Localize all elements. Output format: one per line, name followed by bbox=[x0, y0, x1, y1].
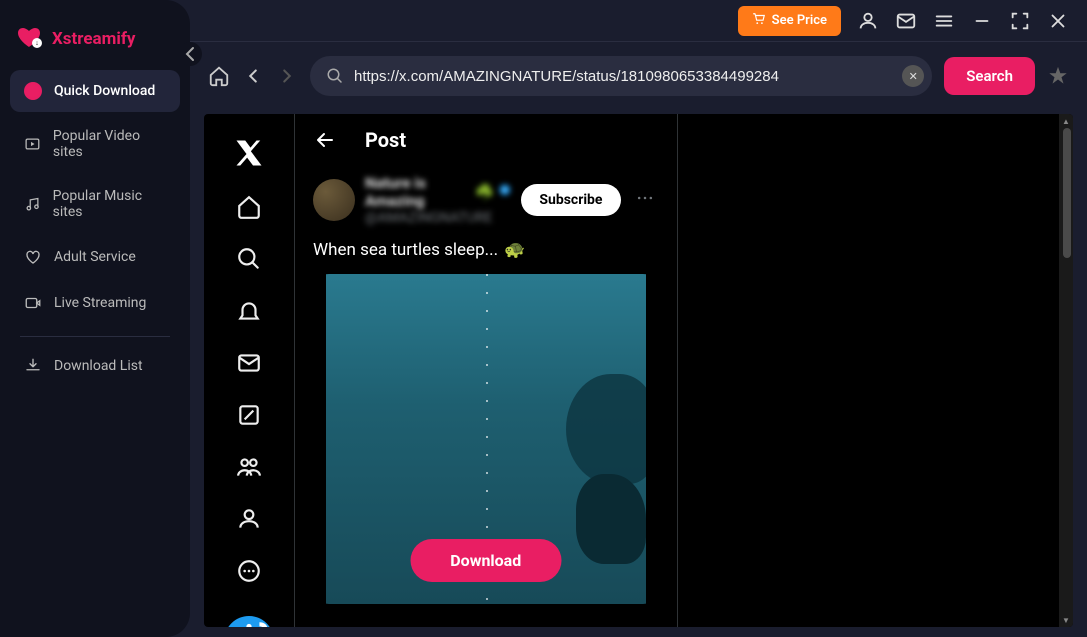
brand-logo-icon: ↓ bbox=[18, 28, 44, 50]
mail-icon[interactable] bbox=[895, 10, 917, 32]
verified-badge-icon bbox=[498, 183, 512, 201]
x-compose-button[interactable] bbox=[224, 616, 274, 627]
sidebar-item-label: Popular Music sites bbox=[53, 188, 166, 220]
sidebar: ↓ Xstreamify Quick Download Popular Vide… bbox=[0, 0, 190, 637]
sidebar-item-popular-video[interactable]: Popular Video sites bbox=[10, 116, 180, 172]
sidebar-item-adult-service[interactable]: Adult Service bbox=[10, 236, 180, 278]
turtle-emoji: 🐢 bbox=[504, 240, 525, 260]
x-messages-icon[interactable] bbox=[236, 350, 262, 376]
live-icon bbox=[24, 294, 42, 312]
urlbar-row: ✕ Search bbox=[190, 42, 1087, 110]
scroll-thumb[interactable] bbox=[1063, 128, 1071, 258]
post-text: When sea turtles sleep... 🐢 bbox=[313, 240, 659, 260]
see-price-button[interactable]: See Price bbox=[738, 6, 841, 36]
x-more-icon[interactable] bbox=[236, 558, 262, 584]
x-header-title: Post bbox=[365, 128, 406, 152]
video-sites-icon bbox=[24, 135, 41, 153]
home-icon[interactable] bbox=[208, 65, 230, 87]
maximize-icon[interactable] bbox=[1009, 10, 1031, 32]
subscribe-button[interactable]: Subscribe bbox=[521, 184, 620, 216]
scroll-up-icon[interactable]: ▲ bbox=[1059, 114, 1073, 128]
sidebar-item-label: Live Streaming bbox=[54, 295, 146, 311]
bookmark-star-icon[interactable] bbox=[1047, 65, 1069, 87]
back-icon[interactable] bbox=[242, 65, 264, 87]
post-head: Nature is Amazing ☘️ @AMAZINGNATURE Subs… bbox=[313, 174, 659, 226]
display-name[interactable]: Nature is Amazing ☘️ bbox=[365, 174, 511, 210]
sidebar-item-quick-download[interactable]: Quick Download bbox=[10, 70, 180, 112]
x-grok-icon[interactable] bbox=[236, 402, 262, 428]
viewport-scrollbar[interactable]: ▲ ▼ bbox=[1059, 114, 1073, 627]
search-icon bbox=[326, 67, 344, 85]
cart-icon bbox=[752, 12, 766, 30]
post-media[interactable]: Download bbox=[313, 274, 659, 604]
scroll-down-icon[interactable]: ▼ bbox=[1059, 613, 1073, 627]
see-price-label: See Price bbox=[772, 13, 827, 28]
browser-viewport: Post Nature is Amazing ☘️ @AMAZINGNATURE… bbox=[204, 114, 1073, 627]
main-area: See Price ✕ Search bbox=[190, 0, 1087, 637]
url-input[interactable] bbox=[354, 68, 892, 85]
x-post-header: Post bbox=[295, 114, 677, 166]
x-main-column: Post Nature is Amazing ☘️ @AMAZINGNATURE… bbox=[294, 114, 678, 627]
sidebar-item-label: Popular Video sites bbox=[53, 128, 166, 160]
sidebar-collapse-button[interactable] bbox=[178, 42, 202, 66]
account-icon[interactable] bbox=[857, 10, 879, 32]
minimize-icon[interactable] bbox=[971, 10, 993, 32]
x-home-icon[interactable] bbox=[236, 194, 262, 220]
titlebar: See Price bbox=[190, 0, 1087, 42]
brand-name: Xstreamify bbox=[52, 29, 136, 49]
url-box: ✕ bbox=[310, 56, 932, 96]
sidebar-item-label: Download List bbox=[54, 358, 143, 374]
x-back-button[interactable] bbox=[313, 128, 337, 152]
heart-icon bbox=[24, 248, 42, 266]
clear-url-button[interactable]: ✕ bbox=[902, 65, 924, 87]
download-button[interactable]: Download bbox=[410, 539, 561, 582]
x-communities-icon[interactable] bbox=[236, 454, 262, 480]
x-right-column bbox=[678, 114, 1060, 627]
x-logo-icon[interactable] bbox=[234, 138, 264, 168]
sidebar-divider bbox=[20, 336, 170, 337]
sidebar-item-popular-music[interactable]: Popular Music sites bbox=[10, 176, 180, 232]
user-handle[interactable]: @AMAZINGNATURE bbox=[365, 210, 511, 226]
brand: ↓ Xstreamify bbox=[10, 16, 180, 70]
search-button[interactable]: Search bbox=[944, 57, 1035, 95]
hamburger-menu-icon[interactable] bbox=[933, 10, 955, 32]
close-icon[interactable] bbox=[1047, 10, 1069, 32]
x-search-icon[interactable] bbox=[236, 246, 262, 272]
music-sites-icon bbox=[24, 195, 41, 213]
avatar[interactable] bbox=[313, 179, 355, 221]
x-notifications-icon[interactable] bbox=[236, 298, 262, 324]
post: Nature is Amazing ☘️ @AMAZINGNATURE Subs… bbox=[295, 166, 677, 612]
user-names: Nature is Amazing ☘️ @AMAZINGNATURE bbox=[365, 174, 511, 226]
sidebar-item-live-streaming[interactable]: Live Streaming bbox=[10, 282, 180, 324]
x-nav bbox=[204, 114, 294, 627]
sidebar-item-label: Quick Download bbox=[54, 83, 155, 99]
post-more-icon[interactable] bbox=[631, 184, 659, 216]
active-dot-icon bbox=[24, 82, 42, 100]
sidebar-item-label: Adult Service bbox=[54, 249, 136, 265]
download-list-icon bbox=[24, 357, 42, 375]
sidebar-item-download-list[interactable]: Download List bbox=[10, 345, 180, 387]
x-profile-icon[interactable] bbox=[236, 506, 262, 532]
clover-emoji: ☘️ bbox=[475, 183, 494, 201]
forward-icon[interactable] bbox=[276, 65, 298, 87]
